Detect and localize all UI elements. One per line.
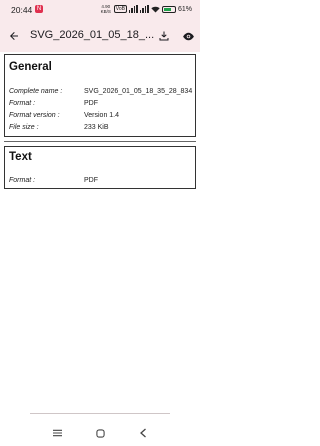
notification-badge: N bbox=[35, 5, 43, 13]
recents-button[interactable] bbox=[50, 426, 64, 440]
arrow-left-icon bbox=[10, 32, 18, 40]
chevron-left-icon bbox=[140, 428, 146, 438]
menu-icon bbox=[52, 429, 62, 437]
home-icon bbox=[95, 428, 105, 438]
section-title-text: Text bbox=[9, 151, 32, 163]
row-label: Format version : bbox=[9, 112, 60, 119]
row-label: File size : bbox=[9, 124, 39, 131]
wifi-icon bbox=[151, 6, 160, 12]
row-label: Complete name : bbox=[9, 88, 63, 95]
download-button[interactable] bbox=[156, 28, 172, 44]
status-time: 20:44 bbox=[11, 5, 33, 15]
row-value: SVG_2026_01_05_18_35_28_834 bbox=[84, 88, 193, 95]
status-icons: 4.90 KB/S VoB 61% bbox=[100, 4, 192, 14]
battery-icon bbox=[161, 5, 176, 13]
nav-divider bbox=[30, 413, 170, 414]
row-value: PDF bbox=[84, 100, 98, 107]
system-nav-bar bbox=[0, 420, 200, 446]
network-speed: 4.90 KB/S bbox=[100, 4, 111, 14]
row-value: Version 1.4 bbox=[84, 112, 120, 119]
text-section: Text Format : PDF bbox=[4, 146, 196, 189]
volte-icon: VoB bbox=[113, 5, 127, 13]
app-bar: SVG_2026_01_05_18_... bbox=[0, 20, 200, 52]
back-button[interactable] bbox=[6, 28, 22, 44]
general-section: General Complete name : SVG_2026_01_05_1… bbox=[4, 54, 196, 137]
section-divider bbox=[4, 141, 196, 142]
battery-percent: 61% bbox=[177, 5, 192, 13]
row-label: Format : bbox=[9, 177, 36, 184]
signal-icon bbox=[128, 5, 138, 13]
download-icon bbox=[159, 31, 169, 41]
app-title: SVG_2026_01_05_18_... bbox=[30, 29, 155, 41]
row-label: Format : bbox=[9, 100, 36, 107]
row-value: 233 KiB bbox=[84, 124, 109, 131]
row-value: PDF bbox=[84, 177, 98, 184]
status-bar: 20:44 N 4.90 KB/S VoB 61% bbox=[0, 0, 200, 20]
eye-icon bbox=[182, 32, 194, 40]
nav-back-button[interactable] bbox=[136, 426, 150, 440]
home-button[interactable] bbox=[93, 426, 107, 440]
section-title-general: General bbox=[9, 61, 52, 73]
view-button[interactable] bbox=[180, 28, 196, 44]
signal-icon-2 bbox=[139, 5, 149, 13]
